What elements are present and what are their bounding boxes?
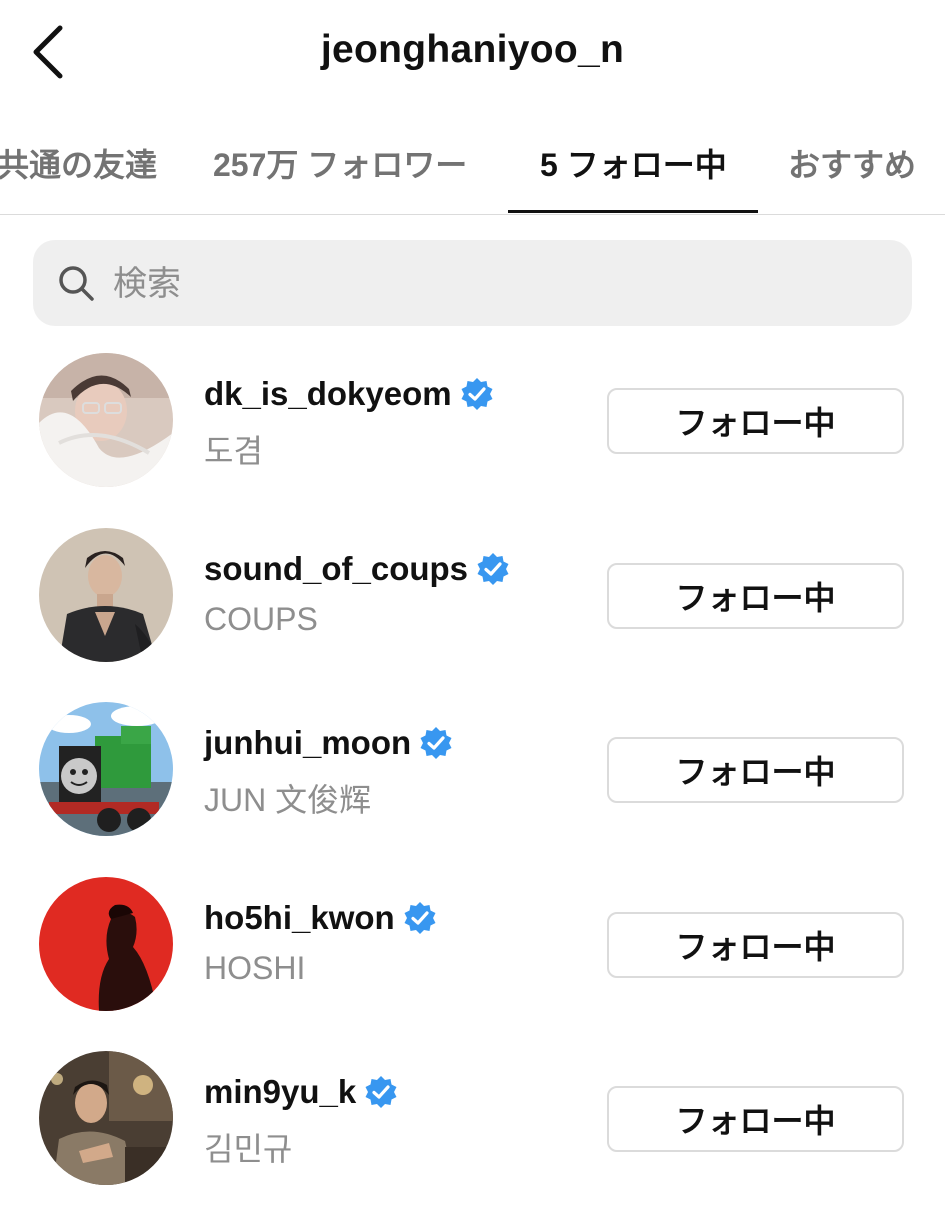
verified-badge-icon [404, 901, 436, 934]
top-bar: jeonghaniyoo_n [0, 0, 945, 110]
username[interactable]: sound_of_coups [204, 550, 468, 588]
tab-bar: 共通の友達 257万 フォロワー 5 フォロー中 おすすめ [0, 110, 945, 215]
full-name: JUN 文俊辉 [204, 782, 372, 818]
verified-badge-icon [461, 378, 493, 410]
username-line: ho5hi_kwon [204, 899, 437, 937]
search-input[interactable] [111, 240, 895, 328]
list-item: ho5hi_kwon HOSHI フォロー中 [0, 874, 945, 1049]
avatar[interactable] [39, 702, 173, 836]
following-button[interactable]: フォロー中 [607, 388, 904, 454]
following-button[interactable]: フォロー中 [607, 1086, 904, 1152]
avatar[interactable] [39, 876, 173, 1011]
full-name: COUPS [204, 600, 318, 637]
username-line: junhui_moon [204, 724, 453, 762]
tab-suggested[interactable]: おすすめ [788, 140, 916, 186]
full-name: 도겸 [204, 433, 263, 469]
avatar[interactable] [39, 1051, 173, 1185]
tab-mutual-friends[interactable]: 共通の友達 [0, 140, 157, 186]
following-button[interactable]: フォロー中 [607, 737, 904, 803]
page-title: jeonghaniyoo_n [320, 28, 625, 71]
username-line: dk_is_dokyeom [204, 375, 494, 413]
verified-badge-icon [477, 552, 509, 585]
following-button[interactable]: フォロー中 [607, 562, 904, 629]
avatar[interactable] [39, 527, 173, 662]
username[interactable]: ho5hi_kwon [204, 899, 395, 937]
active-tab-indicator [508, 210, 758, 213]
verified-badge-icon [365, 1076, 397, 1108]
tab-followers[interactable]: 257万 フォロワー [213, 140, 467, 186]
username-line: min9yu_k [204, 1073, 398, 1111]
avatar[interactable] [39, 353, 173, 487]
search-bar [33, 240, 912, 328]
full-name: HOSHI [204, 949, 306, 986]
following-list: dk_is_dokyeom 도겸 フォロー中 sound_of_coups CO… [0, 350, 945, 1223]
list-item: min9yu_k 김민규 フォロー中 [0, 1048, 945, 1223]
search-icon [59, 266, 94, 301]
verified-badge-icon [420, 727, 452, 759]
username[interactable]: min9yu_k [204, 1073, 356, 1111]
username-line: sound_of_coups [204, 550, 510, 588]
list-item: sound_of_coups COUPS フォロー中 [0, 525, 945, 700]
username[interactable]: junhui_moon [204, 724, 411, 762]
tab-following[interactable]: 5 フォロー中 [540, 140, 727, 186]
list-item: junhui_moon JUN 文俊辉 フォロー中 [0, 699, 945, 874]
list-item: dk_is_dokyeom 도겸 フォロー中 [0, 350, 945, 525]
full-name: 김민규 [204, 1131, 293, 1167]
following-button[interactable]: フォロー中 [607, 911, 904, 978]
username[interactable]: dk_is_dokyeom [204, 375, 452, 413]
